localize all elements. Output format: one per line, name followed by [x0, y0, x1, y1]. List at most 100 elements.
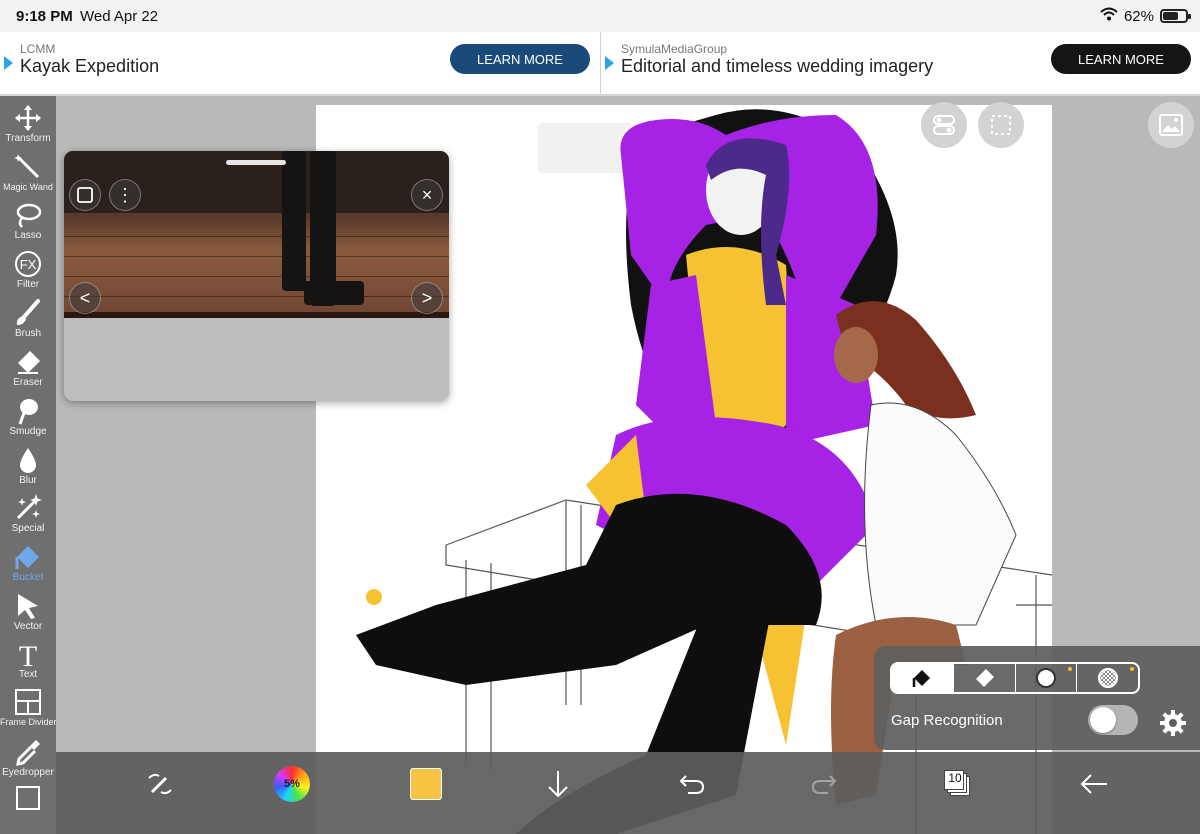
- magic-wand-icon: [14, 154, 40, 179]
- more-options-button[interactable]: ⋮: [109, 179, 141, 211]
- gear-icon[interactable]: [1158, 708, 1188, 738]
- status-date: Wed Apr 22: [80, 8, 159, 25]
- layer-count: 10: [948, 771, 962, 785]
- undo-button[interactable]: [670, 762, 714, 806]
- window-mode-button[interactable]: [69, 179, 101, 211]
- sparkle-icon: [16, 494, 42, 520]
- status-right: 62%: [1100, 7, 1191, 25]
- adchoices-icon[interactable]: [4, 56, 13, 70]
- tool-label: Smudge: [9, 426, 47, 437]
- stabilizer-button[interactable]: [138, 762, 182, 806]
- status-time: 9:18 PM: [16, 8, 73, 25]
- fill-mode-circle[interactable]: [1016, 664, 1078, 692]
- eraser-icon: [18, 351, 40, 374]
- fill-mode-transparent[interactable]: [1077, 664, 1138, 692]
- ad-sponsor: SymulaMediaGroup: [621, 42, 728, 56]
- tool-brush[interactable]: Brush: [0, 295, 56, 343]
- reference-image-icon: [1159, 114, 1183, 136]
- toggle-panel-icon: [933, 115, 955, 135]
- close-reference-button[interactable]: ×: [411, 179, 443, 211]
- chevron-right-icon: >: [421, 287, 433, 308]
- jester-bell: [366, 589, 382, 605]
- color-wheel-button[interactable]: 5%: [270, 762, 314, 806]
- redo-button[interactable]: [802, 762, 846, 806]
- reference-image-button[interactable]: [1148, 102, 1194, 148]
- tool-label: Frame Divider: [0, 717, 57, 727]
- reference-floor-edge: [64, 312, 449, 318]
- frame-divider-icon: [15, 689, 41, 715]
- next-image-button[interactable]: >: [411, 282, 443, 314]
- battery-icon: [1160, 9, 1191, 23]
- back-button[interactable]: [1072, 762, 1116, 806]
- tool-transform[interactable]: Transform: [0, 100, 56, 148]
- eyedropper-icon: [16, 740, 40, 766]
- more-vertical-icon: ⋮: [116, 184, 134, 205]
- ad-headline[interactable]: Editorial and timeless wedding imagery: [621, 56, 933, 77]
- ad-banner: LCMM Kayak Expedition LEARN MORE SymulaM…: [0, 32, 1200, 96]
- adchoices-icon[interactable]: [605, 56, 614, 70]
- ad-wedding[interactable]: SymulaMediaGroup Editorial and timeless …: [600, 32, 1200, 94]
- learn-more-button[interactable]: LEARN MORE: [1051, 44, 1191, 74]
- learn-more-button[interactable]: LEARN MORE: [450, 44, 590, 74]
- tool-label: Transform: [5, 133, 51, 144]
- floor-plank: [64, 236, 449, 237]
- close-icon: ×: [421, 184, 433, 205]
- text-icon: T: [19, 640, 37, 668]
- bottom-toolbar: 5% 10: [56, 752, 1200, 834]
- tool-label: Special: [11, 523, 45, 534]
- reference-leg: [282, 151, 306, 291]
- tool-label: Brush: [14, 328, 42, 339]
- toggle-panel-button[interactable]: [921, 102, 967, 148]
- ad-kayak[interactable]: LCMM Kayak Expedition LEARN MORE: [0, 32, 600, 94]
- tool-lasso[interactable]: Lasso: [0, 197, 56, 245]
- gap-recognition-toggle[interactable]: [1088, 705, 1138, 735]
- tool-smudge[interactable]: Smudge: [0, 393, 56, 441]
- layers-button[interactable]: 10: [936, 762, 980, 806]
- mode-indicator-dot: [1068, 667, 1073, 671]
- previous-image-button[interactable]: <: [69, 282, 101, 314]
- color-wheel-icon: 5%: [274, 766, 310, 802]
- undo-icon: [679, 775, 705, 794]
- brush-icon: [16, 299, 40, 325]
- tool-label: Eyedropper: [2, 767, 54, 778]
- reference-window[interactable]: ⋮ × < >: [64, 151, 449, 401]
- tool-text[interactable]: T Text: [0, 636, 56, 684]
- gap-recognition-label: Gap Recognition: [891, 712, 1003, 729]
- fill-mode-bucket[interactable]: [892, 664, 954, 692]
- bucket-icon: [913, 670, 931, 687]
- text-glyph: T: [19, 640, 37, 668]
- circle-fill-icon: [1035, 668, 1056, 688]
- tool-eraser[interactable]: Eraser: [0, 344, 56, 392]
- tool-blur[interactable]: Blur: [0, 442, 56, 490]
- reference-shoe: [304, 281, 364, 305]
- wifi-icon: [1100, 7, 1118, 25]
- current-color-button[interactable]: [404, 762, 448, 806]
- tool-filter[interactable]: FX Filter: [0, 246, 56, 294]
- tool-frame-divider[interactable]: Frame Divider: [0, 684, 57, 732]
- status-bar: 9:18 PM Wed Apr 22 62%: [0, 0, 1200, 32]
- tool-vector[interactable]: Vector: [0, 588, 56, 636]
- drag-handle[interactable]: [226, 160, 286, 165]
- eraser-icon: [976, 669, 995, 687]
- ad-headline[interactable]: Kayak Expedition: [20, 56, 159, 77]
- back-arrow-icon: [1080, 774, 1107, 794]
- blur-drop-icon: [20, 448, 36, 473]
- pen-stabilizer-icon: [148, 773, 172, 795]
- tool-special[interactable]: Special: [0, 490, 56, 538]
- selection-button[interactable]: [978, 102, 1024, 148]
- color-swatch-icon: [410, 768, 442, 800]
- layers-icon: 10: [944, 770, 972, 798]
- tool-bucket[interactable]: Bucket: [0, 539, 56, 587]
- tool-label: Blur: [19, 475, 37, 486]
- redo-icon: [811, 775, 837, 794]
- floor-plank: [64, 276, 449, 277]
- tool-eyedropper[interactable]: Eyedropper: [0, 734, 56, 782]
- tool-canvas[interactable]: [0, 780, 56, 828]
- bucket-icon: [15, 546, 39, 569]
- fx-glyph: FX: [20, 257, 37, 272]
- transform-arrows-icon: [15, 105, 41, 131]
- fill-mode-eraser[interactable]: [954, 664, 1016, 692]
- download-button[interactable]: [536, 762, 580, 806]
- child-face: [834, 327, 878, 383]
- tool-magic-wand[interactable]: Magic Wand: [0, 149, 56, 197]
